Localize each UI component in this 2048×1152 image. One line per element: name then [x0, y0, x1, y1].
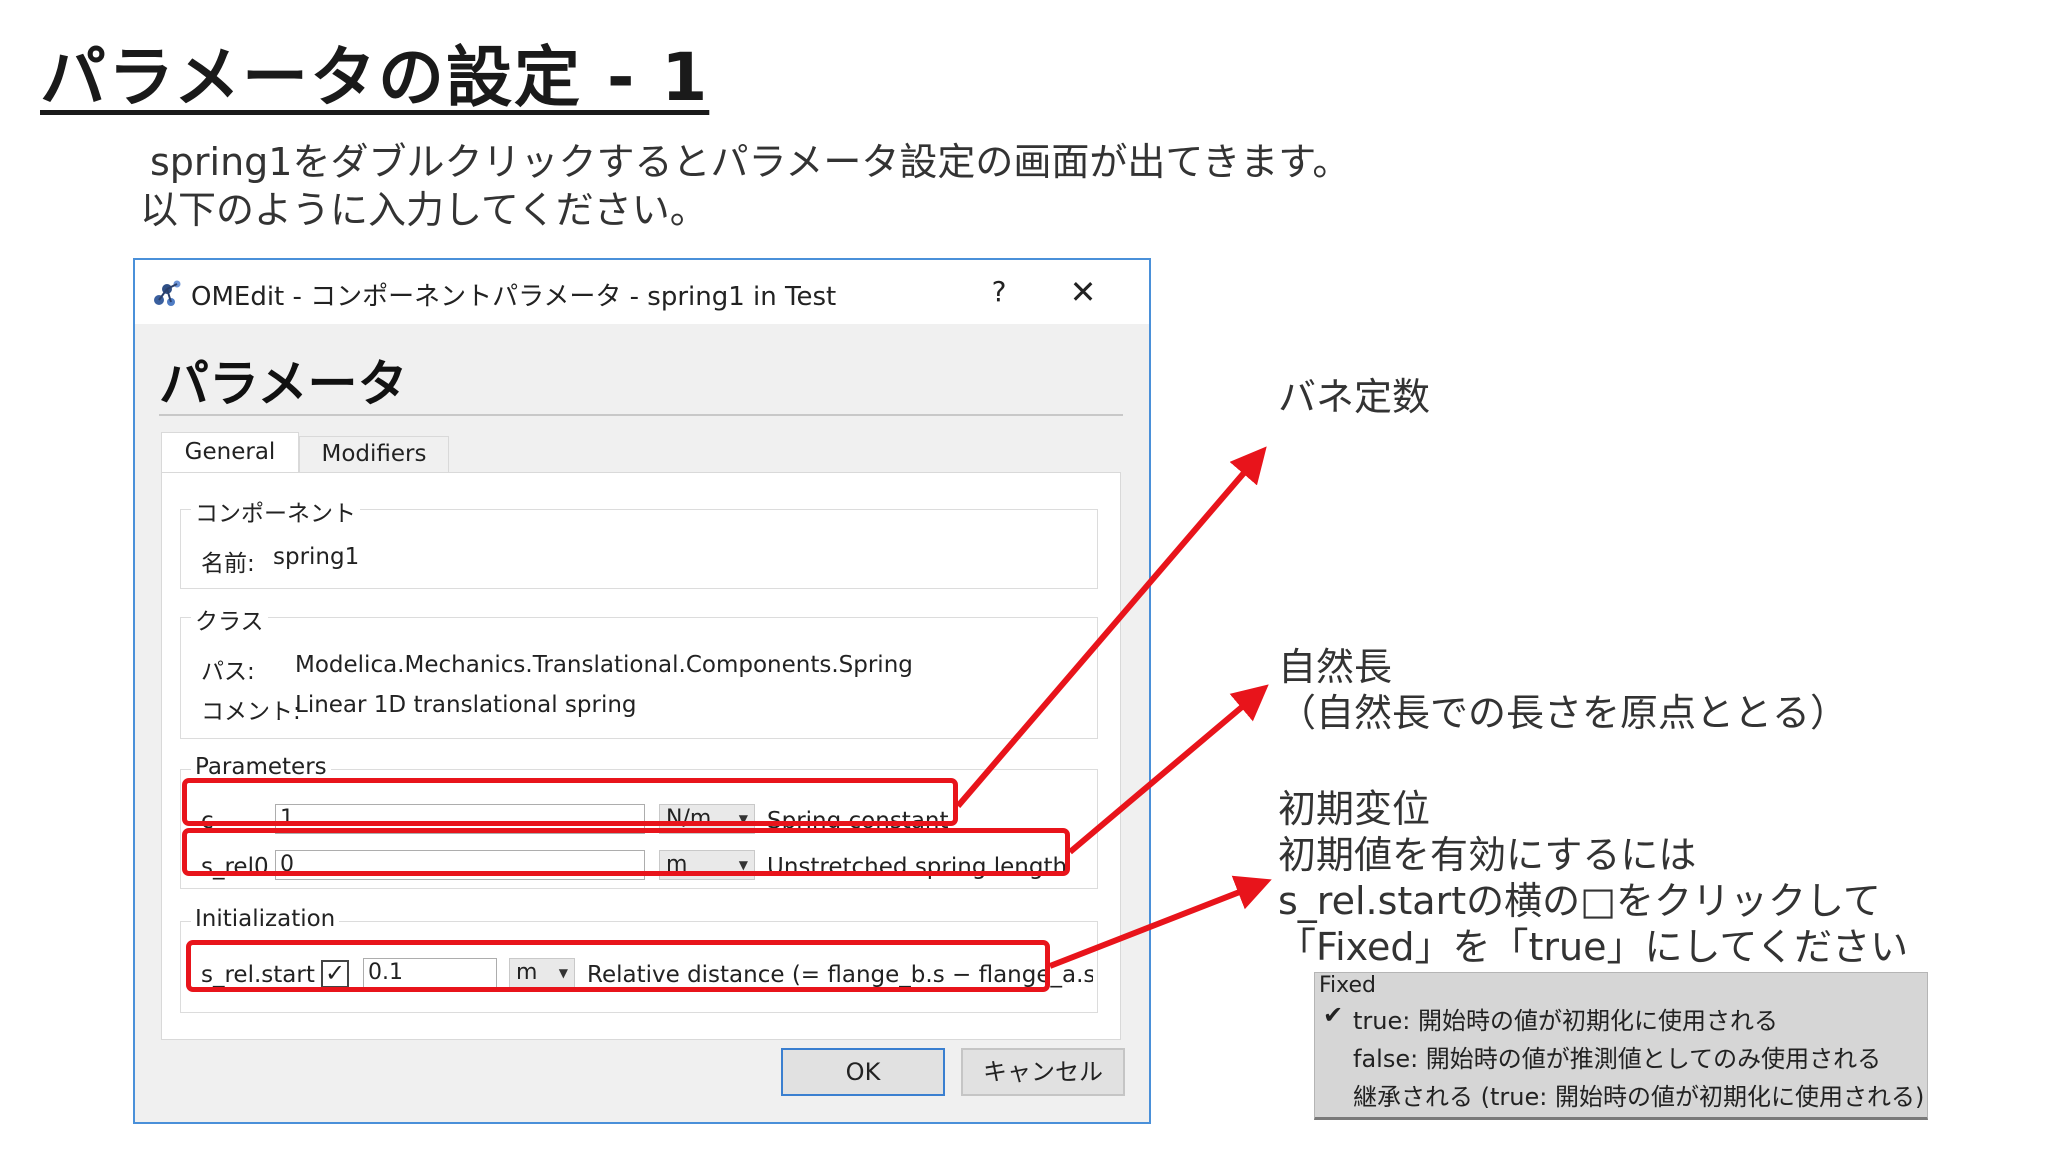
fixed-option-true[interactable]: true: 開始時の値が初期化に使用される [1353, 1001, 1778, 1036]
note-natural-length: 自然長 （自然長での長さを原点ととる） [1278, 644, 1848, 736]
note-init-line-2: 初期値を有効にするには [1278, 833, 1697, 877]
note-initial-displacement: 初期変位 初期値を有効にするには s_rel.startの横の□をクリックして … [1278, 786, 1908, 970]
arrow-to-initial-displacement [1048, 875, 1272, 969]
fixed-option-false[interactable]: false: 開始時の値が推測値としてのみ使用される [1353, 1039, 1881, 1074]
note-init-line-1: 初期変位 [1278, 787, 1431, 831]
note-natural-length-line-2: （自然長での長さを原点ととる） [1278, 691, 1849, 735]
arrow-to-spring-constant [955, 446, 1267, 808]
note-init-line-4: 「Fixed」を「true」にしてください [1278, 925, 1909, 969]
note-init-line-3: s_rel.startの横の□をクリックして [1278, 879, 1881, 923]
fixed-option-inherited[interactable]: 継承される (true: 開始時の値が初期化に使用される) [1353, 1077, 1924, 1112]
fixed-popup-title: Fixed [1319, 973, 1377, 998]
note-natural-length-line-1: 自然長 [1278, 645, 1393, 689]
note-spring-constant: バネ定数 [1278, 375, 1431, 419]
fixed-options-popup: Fixed ✔ true: 開始時の値が初期化に使用される false: 開始時… [1314, 972, 1928, 1120]
arrow-to-natural-length [1068, 684, 1269, 855]
checkmark-icon: ✔ [1323, 1001, 1344, 1029]
